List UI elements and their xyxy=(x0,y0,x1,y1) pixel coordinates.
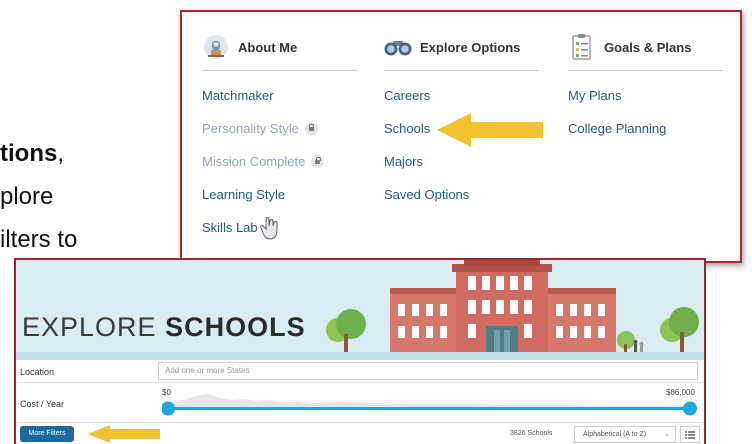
sort-select[interactable]: Alphabetical (A to Z) ⌄ xyxy=(574,426,676,443)
hand-cursor-icon xyxy=(259,216,282,244)
location-label: Location xyxy=(20,367,55,377)
explore-dropdown-menu: About Me Matchmaker Personality Style Mi… xyxy=(180,10,742,263)
arrow-pointer-icon xyxy=(437,113,543,147)
more-filters-button[interactable]: More Filters xyxy=(20,426,74,442)
menu-heading-explore-options: Explore Options xyxy=(384,34,544,60)
location-input[interactable]: Add one or more States xyxy=(158,362,698,380)
menu-item-saved-options[interactable]: Saved Options xyxy=(384,187,544,220)
menu-item-skills-lab[interactable]: Skills Lab xyxy=(202,217,362,253)
menu-column-about-me: About Me Matchmaker Personality Style Mi… xyxy=(202,34,362,253)
lock-icon xyxy=(304,122,318,135)
menu-heading-about-me: About Me xyxy=(202,34,362,60)
slide-text-line-2: plore xyxy=(0,183,54,210)
school-count: 3826 Schools xyxy=(510,430,553,437)
chevron-down-icon: ⌄ xyxy=(664,431,670,438)
cost-slider[interactable] xyxy=(162,386,698,420)
menu-divider xyxy=(568,70,723,71)
menu-column-goals-plans: Goals & Plans My Plans College Planning xyxy=(568,34,728,154)
filters-area: Location Add one or more States Cost / Y… xyxy=(16,360,704,444)
arrow-pointer-icon xyxy=(88,425,160,443)
menu-item-matchmaker[interactable]: Matchmaker xyxy=(202,88,362,121)
menu-divider xyxy=(384,70,539,71)
astronaut-icon xyxy=(202,34,230,60)
menu-item-mission-complete[interactable]: Mission Complete xyxy=(202,154,362,187)
list-view-button[interactable] xyxy=(680,426,700,443)
menu-item-personality-style[interactable]: Personality Style xyxy=(202,121,362,154)
filter-row-location: Location Add one or more States xyxy=(16,360,704,383)
slide-text-line-3: ilters to xyxy=(0,226,78,253)
menu-heading-goals-plans: Goals & Plans xyxy=(568,34,728,60)
menu-item-learning-style[interactable]: Learning Style xyxy=(202,187,362,220)
page-title: EXPLORE SCHOOLS xyxy=(22,312,306,342)
menu-item-college-planning[interactable]: College Planning xyxy=(568,121,728,154)
binoculars-icon xyxy=(384,34,412,60)
lock-icon xyxy=(311,155,325,168)
school-building-illustration xyxy=(326,260,699,360)
menu-divider xyxy=(202,70,357,71)
slide-text-line-1: tions, xyxy=(0,140,64,167)
checklist-icon xyxy=(568,34,596,60)
slider-max-handle xyxy=(683,401,697,416)
menu-item-majors[interactable]: Majors xyxy=(384,154,544,187)
filter-row-cost: Cost / Year $0 $86,000 xyxy=(16,382,704,423)
banner-ground xyxy=(16,352,704,360)
list-icon xyxy=(685,431,695,439)
menu-item-my-plans[interactable]: My Plans xyxy=(568,88,728,121)
explore-schools-banner: EXPLORE SCHOOLS xyxy=(16,260,704,360)
explore-schools-panel: EXPLORE SCHOOLS Location Add one or more… xyxy=(14,258,706,444)
cost-label: Cost / Year xyxy=(20,399,65,409)
